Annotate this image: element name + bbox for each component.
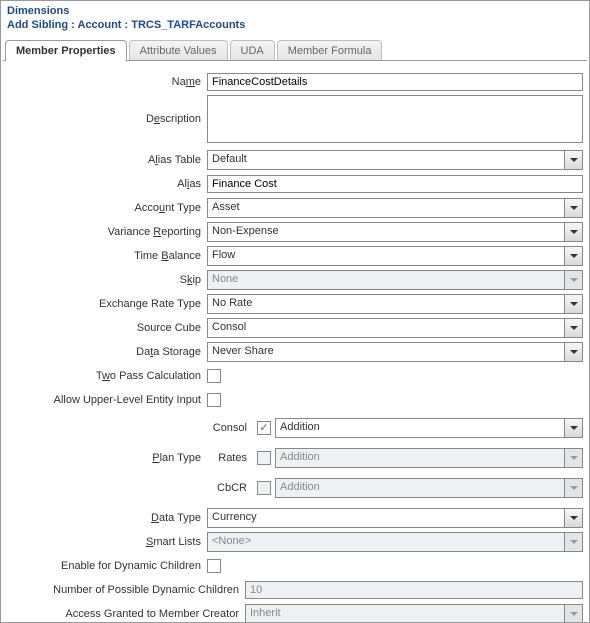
exchange-rate-type-select[interactable]: No Rate bbox=[207, 294, 583, 314]
label-access-granted: Access Granted to Member Creator bbox=[7, 608, 245, 620]
label-skip: Skip bbox=[7, 274, 207, 286]
label-cbcr: CbCR bbox=[207, 482, 253, 494]
label-rates: Rates bbox=[207, 452, 253, 464]
consol-aggregation-select[interactable]: Addition bbox=[275, 418, 583, 438]
label-alias-table: Alias Table bbox=[7, 154, 207, 166]
dropdown-icon bbox=[564, 533, 582, 551]
label-description: Description bbox=[7, 95, 207, 125]
tab-uda[interactable]: UDA bbox=[230, 40, 275, 60]
dropdown-icon bbox=[564, 295, 582, 313]
tab-attribute-values[interactable]: Attribute Values bbox=[129, 40, 228, 60]
dropdown-icon bbox=[564, 247, 582, 265]
label-data-storage: Data Storage bbox=[7, 346, 207, 358]
dropdown-icon bbox=[564, 199, 582, 217]
num-dynamic-input bbox=[245, 581, 583, 599]
rates-aggregation-select: Addition bbox=[275, 448, 583, 468]
skip-select: None bbox=[207, 270, 583, 290]
alias-input[interactable] bbox=[207, 175, 583, 193]
variance-reporting-select[interactable]: Non-Expense bbox=[207, 222, 583, 242]
label-account-type: Account Type bbox=[7, 202, 207, 214]
label-allow-upper: Allow Upper-Level Entity Input bbox=[7, 394, 207, 406]
label-consol: Consol bbox=[207, 422, 253, 434]
label-enable-dynamic: Enable for Dynamic Children bbox=[7, 560, 207, 572]
label-plan-type: Plan Type bbox=[7, 452, 207, 464]
description-input[interactable] bbox=[207, 95, 583, 143]
enable-dynamic-checkbox[interactable] bbox=[207, 559, 221, 573]
label-two-pass: Two Pass Calculation bbox=[7, 370, 207, 382]
dropdown-icon bbox=[564, 479, 582, 497]
dropdown-icon bbox=[564, 271, 582, 289]
page-title-2: Add Sibling : Account : TRCS_TARFAccount… bbox=[7, 19, 583, 37]
tab-strip: Member Properties Attribute Values UDA M… bbox=[3, 39, 587, 61]
data-storage-select[interactable]: Never Share bbox=[207, 342, 583, 362]
allow-upper-checkbox[interactable] bbox=[207, 393, 221, 407]
name-input[interactable] bbox=[207, 73, 583, 91]
dimension-editor-panel: Dimensions Add Sibling : Account : TRCS_… bbox=[0, 0, 590, 623]
dropdown-icon bbox=[564, 509, 582, 527]
smart-lists-select: <None> bbox=[207, 532, 583, 552]
tab-member-properties[interactable]: Member Properties bbox=[5, 40, 127, 61]
dropdown-icon bbox=[564, 343, 582, 361]
label-alias: Alias bbox=[7, 178, 207, 190]
label-source-cube: Source Cube bbox=[7, 322, 207, 334]
dropdown-icon bbox=[564, 319, 582, 337]
dropdown-icon bbox=[564, 151, 582, 169]
label-variance-reporting: Variance Reporting bbox=[7, 226, 207, 238]
cbcr-aggregation-select: Addition bbox=[275, 478, 583, 498]
data-type-select[interactable]: Currency bbox=[207, 508, 583, 528]
member-properties-form: Name Description Alias Table Default Ali… bbox=[1, 61, 589, 623]
dropdown-icon bbox=[564, 223, 582, 241]
label-data-type: Data Type bbox=[7, 512, 207, 524]
dropdown-icon bbox=[564, 449, 582, 467]
label-smart-lists: Smart Lists bbox=[7, 536, 207, 548]
page-title-1: Dimensions bbox=[7, 5, 583, 19]
two-pass-checkbox[interactable] bbox=[207, 369, 221, 383]
access-granted-select: Inherit bbox=[245, 604, 583, 623]
consol-checkbox[interactable]: ✓ bbox=[257, 421, 271, 435]
label-exchange-rate-type: Exchange Rate Type bbox=[7, 298, 207, 310]
cbcr-checkbox bbox=[257, 481, 271, 495]
rates-checkbox bbox=[257, 451, 271, 465]
dropdown-icon bbox=[564, 605, 582, 623]
alias-table-select[interactable]: Default bbox=[207, 150, 583, 170]
time-balance-select[interactable]: Flow bbox=[207, 246, 583, 266]
label-name: Name bbox=[7, 76, 207, 88]
dropdown-icon bbox=[564, 419, 582, 437]
label-num-dynamic: Number of Possible Dynamic Children bbox=[7, 584, 245, 596]
label-time-balance: Time Balance bbox=[7, 250, 207, 262]
source-cube-select[interactable]: Consol bbox=[207, 318, 583, 338]
account-type-select[interactable]: Asset bbox=[207, 198, 583, 218]
tab-member-formula[interactable]: Member Formula bbox=[277, 40, 383, 60]
header: Dimensions Add Sibling : Account : TRCS_… bbox=[1, 1, 589, 39]
